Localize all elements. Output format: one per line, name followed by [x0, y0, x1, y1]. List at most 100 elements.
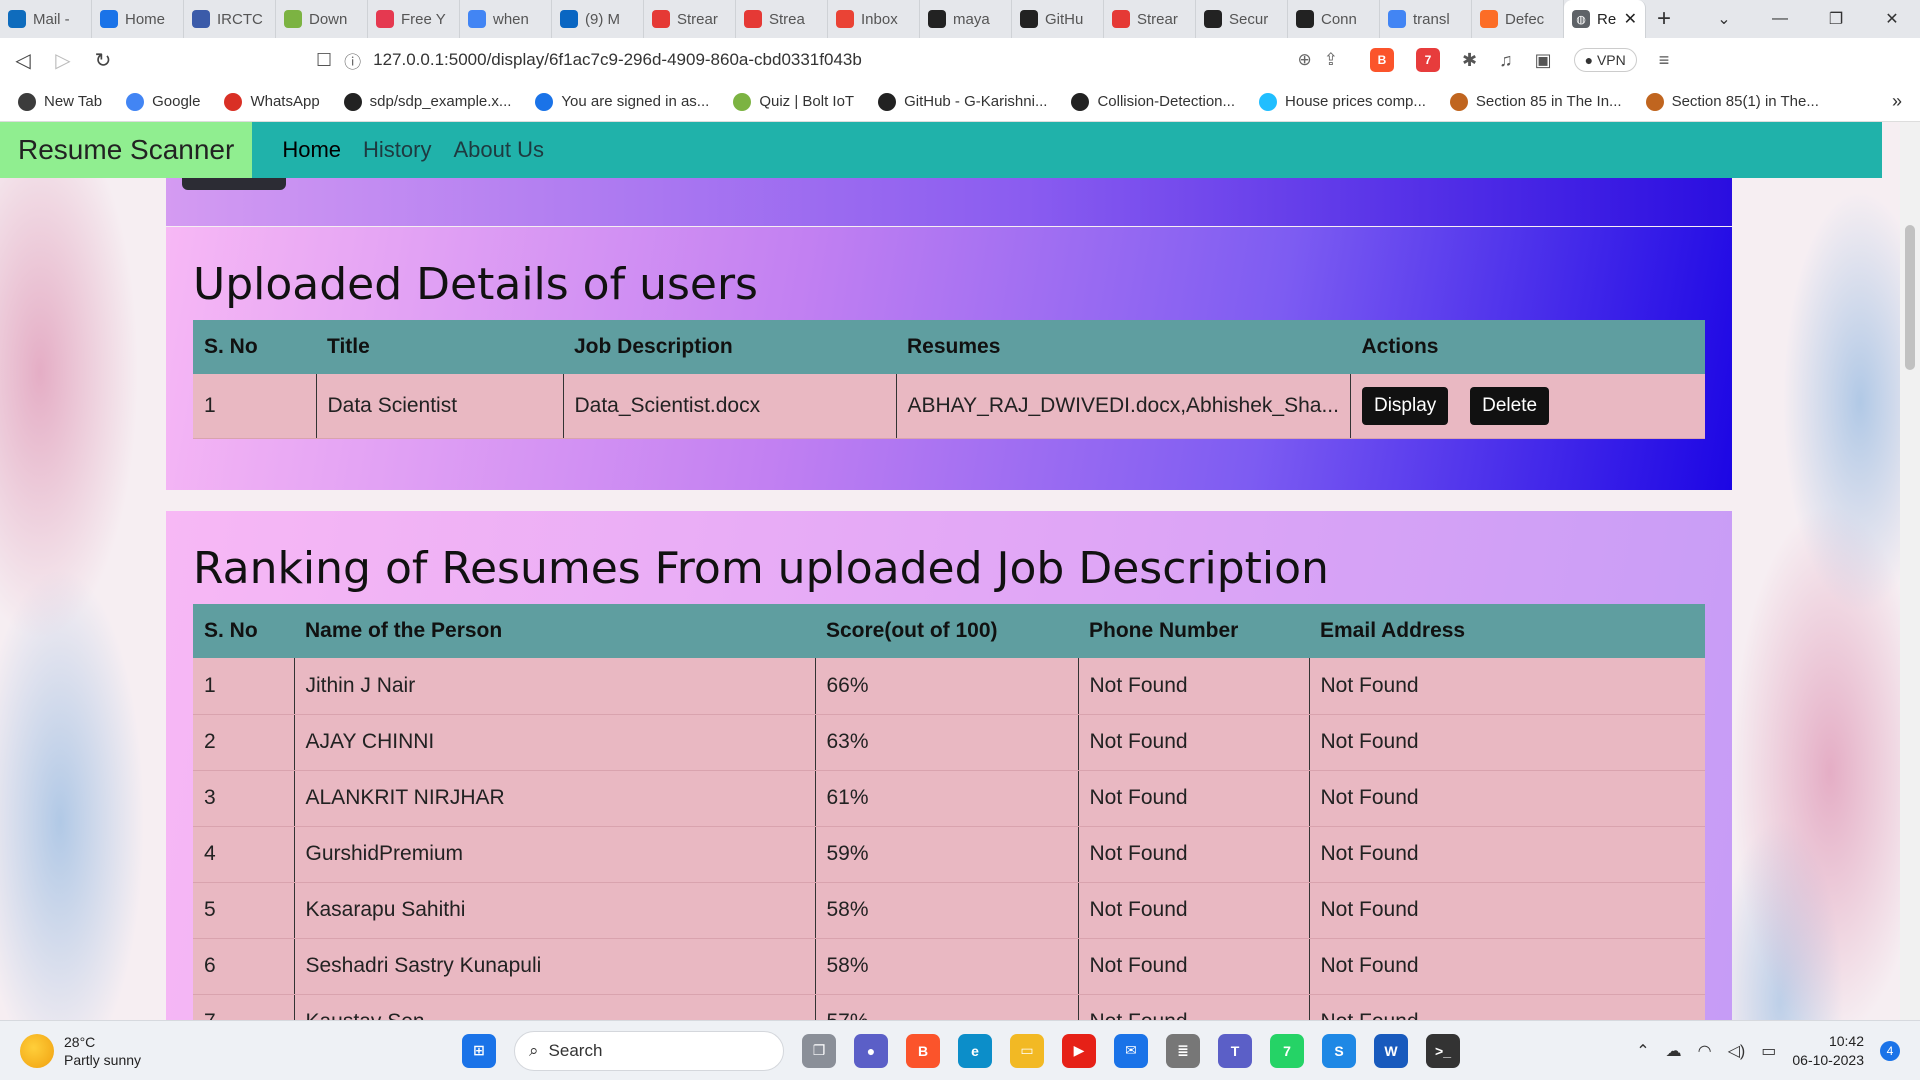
- page-scrollbar[interactable]: [1900, 122, 1920, 1020]
- minimize-icon[interactable]: —: [1752, 0, 1808, 38]
- delete-button[interactable]: Delete: [1470, 386, 1550, 425]
- tab-active[interactable]: ◍ Re ✕: [1564, 0, 1646, 38]
- volume-icon[interactable]: ◁): [1728, 1041, 1746, 1061]
- extensions-icon[interactable]: ✱: [1462, 50, 1477, 71]
- bookmark-item[interactable]: New Tab: [18, 92, 102, 111]
- bookmark-item[interactable]: Collision-Detection...: [1071, 92, 1235, 111]
- brave-shield-icon[interactable]: B: [1370, 48, 1394, 72]
- display-button[interactable]: Display: [1361, 386, 1449, 425]
- browser-tab[interactable]: when: [460, 0, 552, 38]
- mail-icon[interactable]: ✉: [1114, 1033, 1148, 1068]
- new-tab-button[interactable]: +: [1646, 0, 1682, 38]
- browser-tab[interactable]: transl: [1380, 0, 1472, 38]
- browser-tab[interactable]: Strear: [644, 0, 736, 38]
- bookmark-item[interactable]: Google: [126, 92, 200, 111]
- bookmark-icon[interactable]: ☐: [316, 50, 332, 71]
- reload-icon[interactable]: ↻: [92, 48, 114, 73]
- database-icon[interactable]: ≣: [1166, 1033, 1200, 1068]
- browser-tab[interactable]: Mail -: [0, 0, 92, 38]
- browser-tab[interactable]: GitHu: [1012, 0, 1104, 38]
- terminal-icon[interactable]: >_: [1426, 1033, 1460, 1068]
- share-icon[interactable]: ⇪: [1324, 50, 1338, 70]
- zoom-icon[interactable]: ⊕: [1298, 50, 1312, 70]
- previous-button-edge[interactable]: [182, 178, 286, 190]
- download-icon: [284, 10, 302, 28]
- browser-tab[interactable]: (9) M: [552, 0, 644, 38]
- window-controls: ⌄ — ❐ ✕: [1696, 0, 1920, 38]
- github-icon: [343, 92, 362, 111]
- restore-icon[interactable]: ❐: [1808, 0, 1864, 38]
- wallet-icon[interactable]: ▣: [1535, 50, 1552, 71]
- browser-tab[interactable]: Strea: [736, 0, 828, 38]
- nav-about-us[interactable]: About Us: [453, 137, 544, 163]
- media-icon[interactable]: ♫: [1499, 50, 1513, 71]
- menu-icon[interactable]: ≡: [1659, 50, 1670, 71]
- task-view-icon[interactable]: ❐: [802, 1033, 836, 1068]
- wifi-icon[interactable]: ◠: [1698, 1041, 1712, 1061]
- cell-email: Not Found: [1309, 714, 1705, 771]
- tab-label: Strea: [769, 10, 805, 28]
- bookmark-item[interactable]: WhatsApp: [224, 92, 320, 111]
- google-icon: [126, 92, 145, 111]
- bookmark-item[interactable]: House prices comp...: [1259, 92, 1426, 111]
- teams-chat-icon[interactable]: ●: [854, 1033, 888, 1068]
- edge-icon[interactable]: e: [958, 1033, 992, 1068]
- onedrive-icon[interactable]: ☁: [1666, 1041, 1682, 1061]
- google-icon: [468, 10, 486, 28]
- browser-tab[interactable]: Conn: [1288, 0, 1380, 38]
- youtube-icon[interactable]: ▶: [1062, 1033, 1096, 1068]
- chevron-down-icon[interactable]: ⌄: [1696, 0, 1752, 38]
- file-explorer-icon[interactable]: ▭: [1010, 1033, 1044, 1068]
- browser-tab[interactable]: Home: [92, 0, 184, 38]
- bookmark-item[interactable]: sdp/sdp_example.x...: [343, 92, 511, 111]
- notification-badge[interactable]: 4: [1880, 1040, 1900, 1061]
- taskbar-apps: ⊞ ⌕ Search ❐ ● B e ▭ ▶ ✉ ≣ T 7 S W >_: [462, 1030, 1460, 1071]
- col-email: Email Address: [1309, 604, 1705, 658]
- clock[interactable]: 10:42 06-10-2023: [1792, 1032, 1864, 1070]
- taskbar-search[interactable]: ⌕ Search: [514, 1030, 784, 1071]
- scrollbar-thumb[interactable]: [1905, 225, 1915, 370]
- nav-home[interactable]: Home: [282, 137, 341, 163]
- browser-tab[interactable]: Secur: [1196, 0, 1288, 38]
- weather-widget[interactable]: 28°C Partly sunny: [20, 1033, 440, 1069]
- vpn-button[interactable]: ● VPN: [1573, 48, 1637, 72]
- store-icon[interactable]: S: [1322, 1033, 1356, 1068]
- cell-score: 63%: [815, 714, 1079, 771]
- brave-rewards-icon[interactable]: 7: [1416, 48, 1440, 72]
- cell-sno: 2: [193, 714, 295, 771]
- bookmark-item[interactable]: You are signed in as...: [535, 92, 709, 111]
- site-info-icon[interactable]: ⓘ: [344, 48, 361, 73]
- tab-label: Free Y: [401, 10, 446, 28]
- cell-sno: 4: [193, 826, 295, 883]
- bookmark-item[interactable]: GitHub - G-Karishni...: [878, 92, 1047, 111]
- bookmark-item[interactable]: Quiz | Bolt IoT: [733, 92, 854, 111]
- chevron-up-icon[interactable]: ⌃: [1636, 1041, 1649, 1061]
- teams-icon[interactable]: T: [1218, 1033, 1252, 1068]
- nav-history[interactable]: History: [363, 137, 431, 163]
- browser-tab[interactable]: maya: [920, 0, 1012, 38]
- bookmarks-overflow-icon[interactable]: »: [1892, 91, 1902, 112]
- bookmark-item[interactable]: Section 85(1) in The...: [1645, 92, 1819, 111]
- whatsapp-icon[interactable]: 7: [1270, 1033, 1304, 1068]
- tab-label: Home: [125, 10, 166, 28]
- back-icon[interactable]: ◁: [12, 48, 34, 73]
- browser-tab[interactable]: Defec: [1472, 0, 1564, 38]
- gitlab-icon: [1480, 10, 1498, 28]
- bookmark-item[interactable]: Section 85 in The In...: [1449, 92, 1622, 111]
- weather-condition: Partly sunny: [64, 1051, 142, 1068]
- windows-start-icon[interactable]: ⊞: [462, 1033, 496, 1068]
- browser-tab[interactable]: Inbox: [828, 0, 920, 38]
- brand-logo[interactable]: Resume Scanner: [0, 122, 253, 178]
- close-icon[interactable]: ✕: [1624, 9, 1637, 29]
- browser-tab[interactable]: IRCTC: [184, 0, 276, 38]
- toolbar-right: B 7 ✱ ♫ ▣ ● VPN ≡: [1370, 48, 1669, 72]
- word-icon[interactable]: W: [1374, 1033, 1408, 1068]
- forward-icon[interactable]: ▷: [52, 48, 74, 73]
- url-field[interactable]: ☐ ⓘ 127.0.0.1:5000/display/6f1ac7c9-296d…: [302, 43, 1352, 77]
- close-window-icon[interactable]: ✕: [1864, 0, 1920, 38]
- brave-browser-icon[interactable]: B: [906, 1033, 940, 1068]
- browser-tab[interactable]: Strear: [1104, 0, 1196, 38]
- browser-tab[interactable]: Free Y: [368, 0, 460, 38]
- battery-icon[interactable]: ▭: [1761, 1041, 1776, 1061]
- browser-tab[interactable]: Down: [276, 0, 368, 38]
